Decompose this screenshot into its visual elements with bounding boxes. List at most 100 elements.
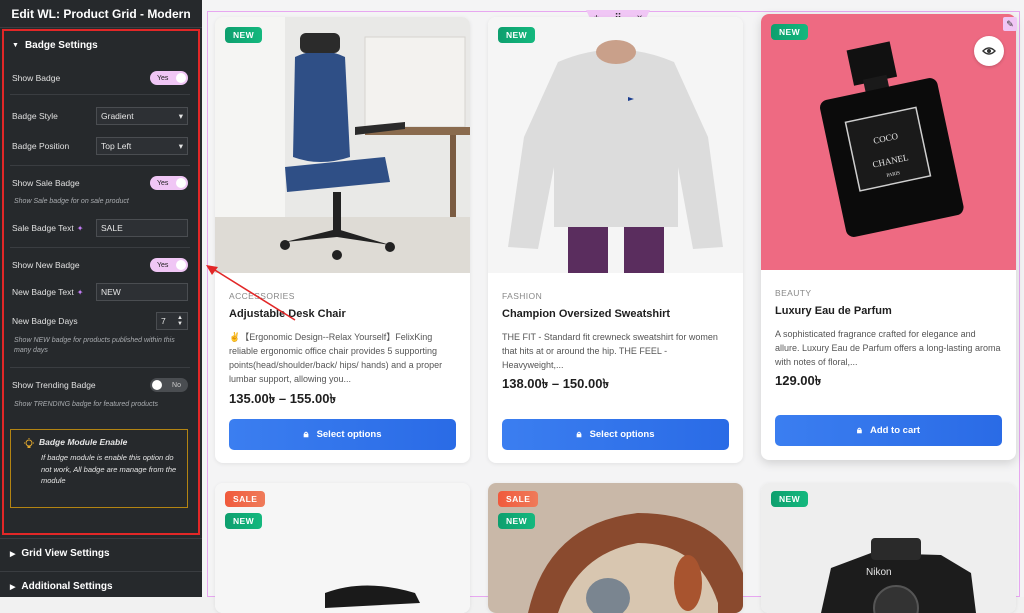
product-price: 135.00৳ – 155.00৳ [229, 391, 336, 406]
product-price: 129.00৳ [775, 373, 822, 388]
product-card[interactable]: SALE NEW [488, 483, 743, 613]
bag-icon: 🔒︎ [576, 429, 582, 440]
product-description: THE FIT - Standard fit crewneck sweatshi… [502, 332, 718, 370]
badge-position-label: Badge Position [12, 141, 70, 151]
badge-settings-header[interactable]: ▼ Badge Settings [4, 31, 198, 51]
new-badge: NEW [225, 513, 263, 529]
add-to-cart-button[interactable]: 🔒︎ Add to cart [775, 415, 1002, 446]
product-card[interactable]: NEW FASHION Champion Oversized Sweatshir… [488, 17, 743, 463]
new-badge-text-label: New Badge Text ✦ [12, 287, 83, 297]
show-sale-badge-label: Show Sale Badge [12, 178, 80, 188]
show-trending-badge-toggle[interactable]: No [150, 378, 188, 392]
sale-badge: SALE [498, 491, 539, 507]
eye-icon [982, 47, 996, 55]
product-card[interactable]: Nikon NEW [761, 483, 1016, 613]
product-description: A sophisticated fragrance crafted for el… [775, 329, 1001, 367]
divider [10, 247, 190, 248]
new-badge-days-row: New Badge Days 7 ▲ ▼ [12, 312, 188, 330]
product-title[interactable]: Luxury Eau de Parfum [775, 305, 892, 317]
badge-position-row: Badge Position Top Left ▾ [12, 137, 188, 155]
product-title[interactable]: Champion Oversized Sweatshirt [502, 308, 670, 320]
show-new-badge-label: Show New Badge [12, 260, 80, 270]
product-card[interactable]: NEW ACCESSORIES Adjustable Desk Chair ✌️… [215, 17, 470, 463]
editor-sidebar: Edit WL: Product Grid - Modern ▼ Badge S… [0, 0, 202, 597]
product-category: FASHION [502, 291, 543, 301]
new-badge-text-input[interactable]: NEW [96, 283, 188, 301]
badge-style-select[interactable]: Gradient ▾ [96, 107, 188, 125]
label-text: New Badge Text [12, 287, 74, 297]
section-label: Grid View Settings [21, 548, 110, 559]
stepper-arrows-icon[interactable]: ▲ ▼ [177, 315, 183, 327]
product-card[interactable]: SALE NEW [215, 483, 470, 613]
caret-down-icon: ▼ [12, 42, 19, 49]
lightbulb-icon [24, 438, 34, 448]
show-new-badge-row: Show New Badge Yes [12, 258, 188, 272]
toggle-text: Yes [157, 261, 169, 269]
label-text: Sale Badge Text [12, 223, 74, 233]
show-trending-badge-label: Show Trending Badge [12, 380, 96, 390]
notice-body: If badge module is enable this option do… [41, 453, 177, 486]
show-badge-row: Show Badge Yes [12, 71, 188, 85]
badge-module-notice: Badge Module Enable If badge module is e… [10, 429, 188, 508]
toggle-knob [176, 73, 186, 83]
chevron-down-icon: ▾ [178, 110, 183, 121]
show-badge-label: Show Badge [12, 73, 61, 83]
show-sale-badge-row: Show Sale Badge Yes [12, 176, 188, 190]
new-badge: NEW [225, 27, 263, 43]
select-options-button[interactable]: 🔒︎ Select options [229, 419, 456, 450]
product-price: 138.00৳ – 150.00৳ [502, 376, 609, 391]
new-badge-days-hint: Show NEW badge for products published wi… [14, 337, 175, 355]
trending-badge-hint: Show TRENDING badge for featured product… [14, 401, 158, 408]
ai-sparkle-icon[interactable]: ✦ [77, 288, 84, 297]
section-label: Additional Settings [21, 581, 113, 592]
new-badge: NEW [771, 24, 809, 40]
select-value: Top Left [101, 141, 132, 151]
caret-right-icon: ▶ [10, 550, 16, 558]
camera-brand-text: Nikon [866, 567, 892, 578]
sale-badge-text-input[interactable]: SALE [96, 219, 188, 237]
new-badge: NEW [498, 513, 536, 529]
button-label: Select options [589, 429, 655, 440]
select-options-button[interactable]: 🔒︎ Select options [502, 419, 729, 450]
product-image-chair[interactable] [215, 17, 470, 273]
divider [10, 367, 190, 368]
sale-badge-hint: Show Sale badge for on sale product [14, 198, 129, 205]
button-label: Add to cart [869, 425, 921, 436]
sale-badge-text-row: Sale Badge Text ✦ SALE [12, 219, 188, 237]
show-badge-toggle[interactable]: Yes [150, 71, 188, 85]
product-image-sweatshirt[interactable] [488, 17, 743, 273]
product-description: ✌️【Ergonomic Design--Relax Yourself】Feli… [229, 332, 443, 384]
new-badge-days-label: New Badge Days [12, 316, 78, 326]
new-badge: NEW [771, 491, 809, 507]
toggle-knob [176, 260, 186, 270]
grid-view-settings-section[interactable]: ▶ Grid View Settings [0, 538, 202, 568]
toggle-knob [176, 178, 186, 188]
show-trending-badge-row: Show Trending Badge No [12, 378, 188, 392]
divider [10, 94, 190, 95]
product-category: BEAUTY [775, 288, 812, 298]
show-new-badge-toggle[interactable]: Yes [150, 258, 188, 272]
product-card[interactable]: COCO CHANEL PARIS NEW BEAUTY Luxury Eau … [761, 14, 1016, 460]
new-badge: NEW [498, 27, 536, 43]
product-category: ACCESSORIES [229, 291, 295, 301]
toggle-text: Yes [157, 74, 169, 82]
badge-settings-panel: ▼ Badge Settings Show Badge Yes Badge St… [2, 29, 200, 535]
sale-badge: SALE [225, 491, 266, 507]
stepper-value: 7 [161, 316, 166, 326]
chevron-down-icon: ▾ [178, 140, 183, 151]
toggle-knob [152, 380, 162, 390]
notice-title: Badge Module Enable [39, 437, 128, 447]
caret-right-icon: ▶ [10, 583, 16, 591]
show-sale-badge-toggle[interactable]: Yes [150, 176, 188, 190]
toggle-text: Yes [157, 179, 169, 187]
badge-style-row: Badge Style Gradient ▾ [12, 107, 188, 125]
badge-style-label: Badge Style [12, 111, 58, 121]
product-title[interactable]: Adjustable Desk Chair [229, 308, 346, 320]
badge-position-select[interactable]: Top Left ▾ [96, 137, 188, 155]
divider [10, 165, 190, 166]
button-label: Select options [316, 429, 382, 440]
quick-view-button[interactable] [974, 36, 1004, 66]
new-badge-days-stepper[interactable]: 7 ▲ ▼ [156, 312, 188, 330]
ai-sparkle-icon[interactable]: ✦ [77, 224, 84, 233]
edit-pencil-icon[interactable]: ✎ [1003, 17, 1017, 31]
